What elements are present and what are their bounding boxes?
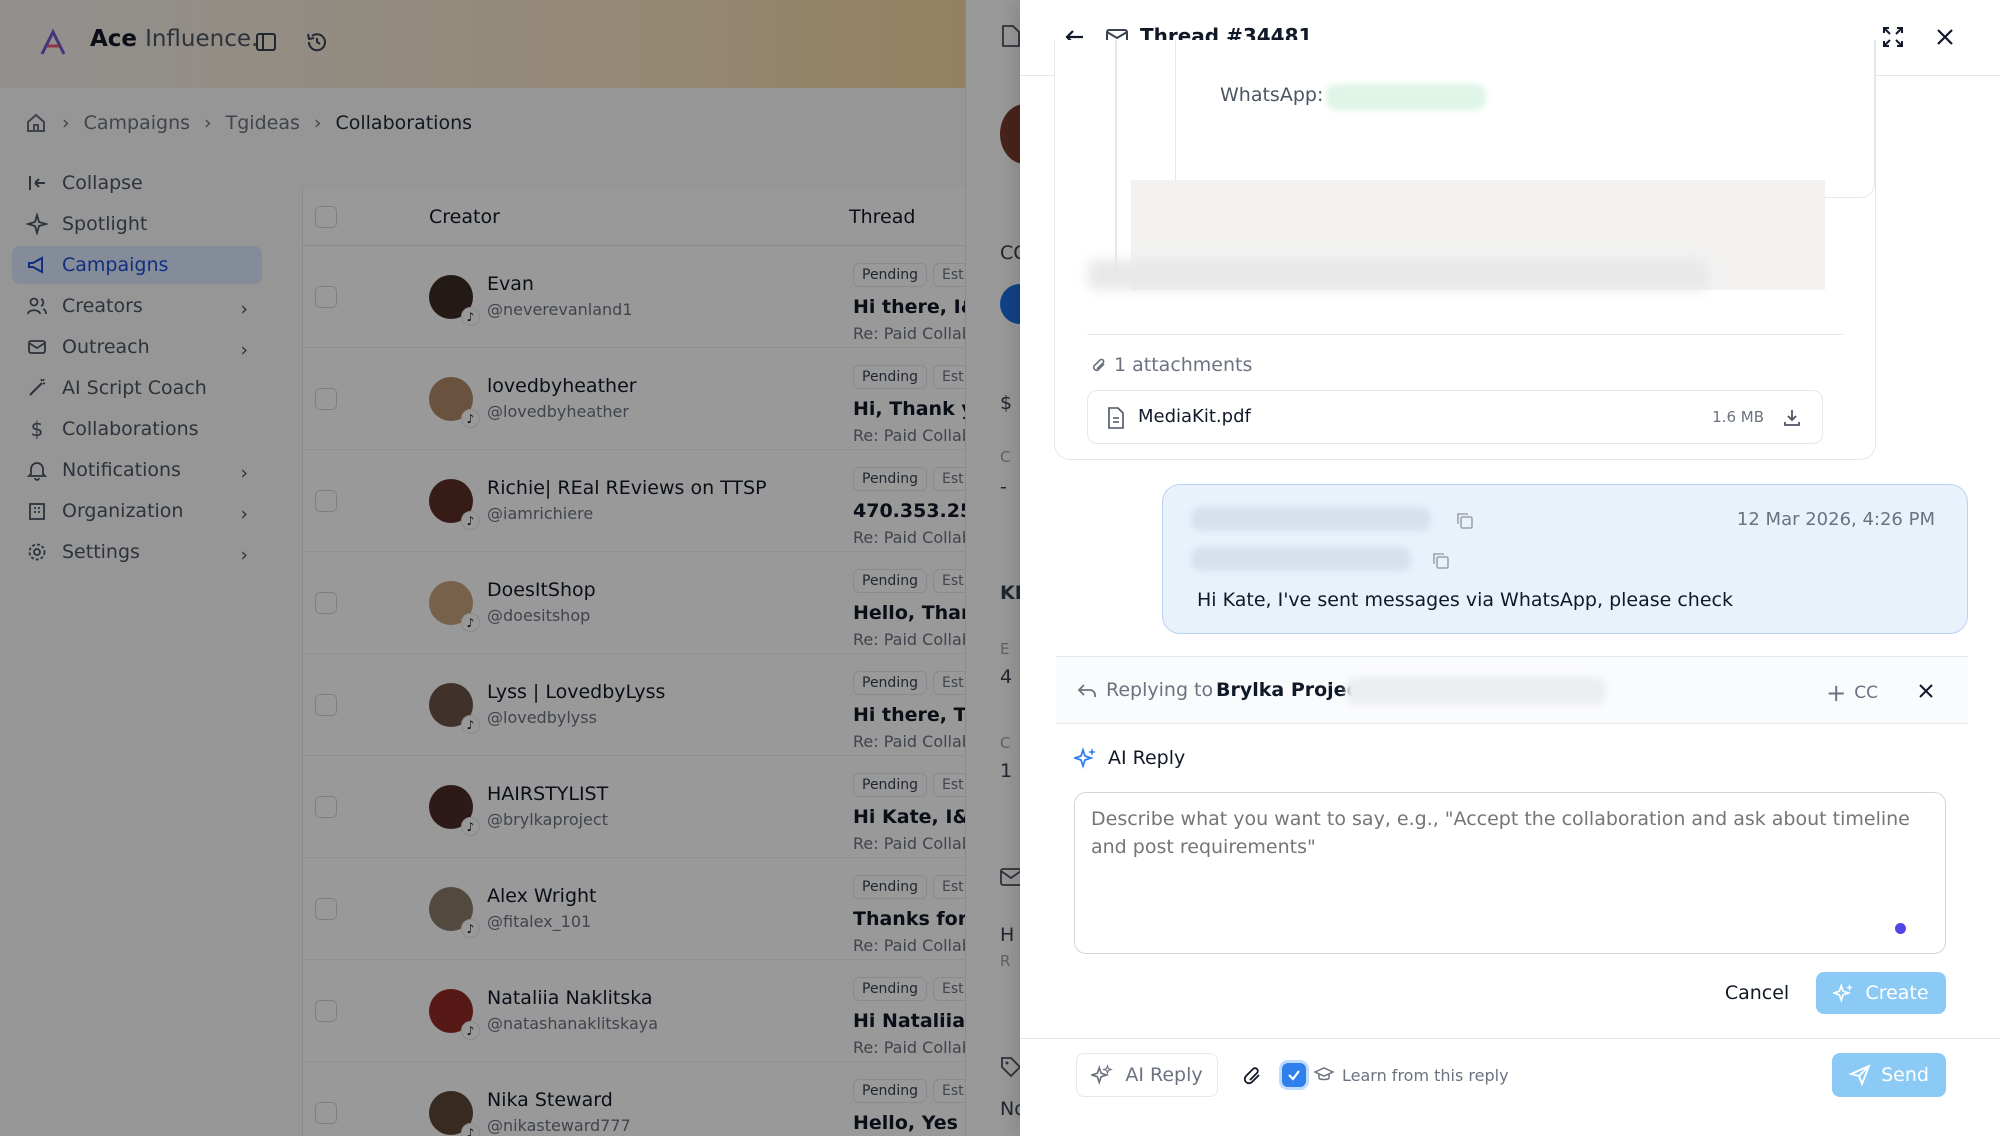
expand-icon[interactable] bbox=[1880, 24, 1906, 50]
divider bbox=[1087, 334, 1843, 335]
copy-icon[interactable] bbox=[1431, 551, 1451, 571]
download-icon[interactable] bbox=[1782, 407, 1802, 427]
sent-reply-bubble: 12 Mar 2026, 4:26 PM Hi Kate, I've sent … bbox=[1162, 484, 1968, 634]
paperclip-icon bbox=[1092, 358, 1105, 372]
reply-timestamp: 12 Mar 2026, 4:26 PM bbox=[1736, 509, 1935, 530]
reply-arrow-icon bbox=[1077, 684, 1096, 697]
attachments-count: 1 attachments bbox=[1114, 354, 1253, 376]
create-label: Create bbox=[1865, 982, 1929, 1004]
ai-reply-button-label: AI Reply bbox=[1125, 1064, 1203, 1086]
plus-icon: + bbox=[1826, 679, 1847, 707]
file-name: MediaKit.pdf bbox=[1138, 406, 1251, 427]
cc-label: CC bbox=[1854, 683, 1878, 703]
ai-reply-button[interactable]: AI Reply bbox=[1076, 1053, 1218, 1097]
blurred-text bbox=[1088, 260, 1708, 290]
sparkles-icon bbox=[1074, 747, 1096, 769]
create-button[interactable]: Create bbox=[1816, 972, 1946, 1014]
replying-to-name: Brylka Project bbox=[1216, 679, 1367, 701]
attachment-file[interactable]: MediaKit.pdf 1.6 MB bbox=[1087, 390, 1823, 444]
quoted-message bbox=[1175, 40, 1875, 198]
ai-reply-title: AI Reply bbox=[1108, 747, 1186, 769]
close-icon[interactable] bbox=[1932, 24, 1958, 50]
close-icon[interactable] bbox=[1916, 681, 1936, 701]
copy-icon[interactable] bbox=[1455, 511, 1475, 531]
learn-checkbox[interactable] bbox=[1282, 1063, 1306, 1087]
send-label: Send bbox=[1881, 1064, 1929, 1086]
sparkles-icon bbox=[1091, 1064, 1114, 1085]
blurred-phone bbox=[1326, 84, 1486, 110]
replying-to-label: Replying to bbox=[1106, 679, 1214, 701]
blurred-sender bbox=[1191, 507, 1431, 531]
add-cc-button[interactable]: + CC bbox=[1826, 679, 1878, 707]
reply-text: Hi Kate, I've sent messages via WhatsApp… bbox=[1197, 589, 1733, 611]
ai-reply-header: AI Reply bbox=[1074, 746, 1185, 770]
learn-label: Learn from this reply bbox=[1342, 1065, 1509, 1085]
paperclip-icon[interactable] bbox=[1242, 1065, 1264, 1087]
replying-to-bar: Replying to Brylka Project + CC bbox=[1056, 656, 1968, 724]
graduation-cap-icon bbox=[1314, 1067, 1334, 1081]
blurred-email bbox=[1346, 677, 1606, 705]
blurred-recipient bbox=[1191, 547, 1411, 571]
file-icon bbox=[1108, 407, 1124, 429]
learn-from-reply-toggle[interactable]: Learn from this reply bbox=[1282, 1063, 1509, 1087]
composer-toolbar: AI Reply Learn from this reply Send bbox=[1020, 1038, 2000, 1136]
typing-indicator bbox=[1895, 923, 1906, 934]
modal-backdrop[interactable] bbox=[0, 0, 1020, 1136]
send-icon bbox=[1849, 1064, 1871, 1086]
whatsapp-label: WhatsApp: bbox=[1220, 84, 1324, 106]
attachments-header: 1 attachments bbox=[1090, 354, 1252, 376]
quote-rule bbox=[1115, 40, 1117, 270]
file-size: 1.6 MB bbox=[1712, 408, 1764, 426]
ai-prompt-input[interactable] bbox=[1074, 792, 1946, 954]
sparkles-icon bbox=[1833, 983, 1854, 1003]
background-app: Ace Influence. › Campaigns › Tgideas › C… bbox=[0, 0, 1020, 1136]
cancel-button[interactable]: Cancel bbox=[1712, 972, 1802, 1014]
check-icon bbox=[1288, 1070, 1300, 1081]
send-button[interactable]: Send bbox=[1832, 1053, 1946, 1097]
